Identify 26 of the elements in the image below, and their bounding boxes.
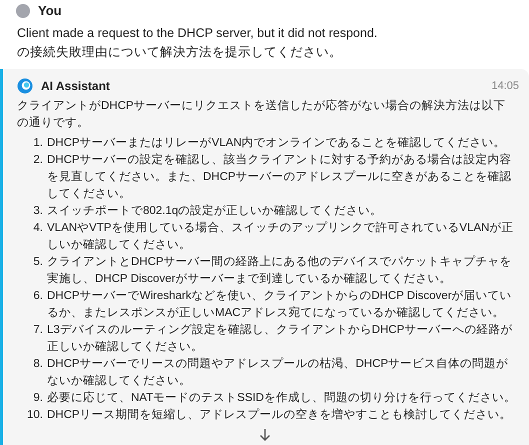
- step-number: 7.: [32, 323, 44, 338]
- step-text: DHCPサーバーでリースの問題やアドレスプールの枯渇、DHCPサービス自体の問題がないか確認してください。: [47, 356, 510, 389]
- step-number: 3.: [32, 204, 44, 219]
- step-text: 必要に応じて、NATモードのテストSSIDを作成し、問題の切り分けを行ってください。: [47, 390, 517, 406]
- message-text: Client made a request to the DHCP server, but it did not respond.: [16, 25, 378, 42]
- step-text: DHCPリース期間を短縮し、アドレスプールの空きを増やすことも検討してください。: [47, 407, 513, 423]
- step-number: 5.: [32, 255, 44, 270]
- step-number: 4.: [32, 221, 44, 236]
- step-number: 8.: [32, 357, 44, 372]
- step-number: 1.: [32, 136, 44, 151]
- step-text: L3デバイスのルーティング設定を確認し、クライアントからDHCPサーバーへの経路が正しいか確認してください。: [47, 322, 514, 355]
- timestamp: 14:05: [491, 78, 519, 94]
- step-text: DHCPサーバーでWiresharkなどを使い、クライアントからのDHCP Discoverが届いているか、またレスポンスが正しいMACアドレス宛てになっているか確認してください。: [47, 288, 513, 321]
- step-number: 6.: [32, 289, 44, 304]
- step-number: 10.: [26, 408, 44, 423]
- step-text: DHCPサーバーまたはリレーがVLAN内でオンラインであることを確認してください。: [47, 136, 507, 151]
- step-text: クライアントとDHCPサーバー間の経路上にある他のデバイスでパケットキャプチャを実施し、DHCP Discoverがサーバーまで到達しているか確認してください。: [47, 254, 513, 287]
- step-number: 2.: [32, 153, 44, 168]
- step-text: スイッチポートで802.1qの設定が正しいか確認してください。: [47, 204, 384, 219]
- message-text: の接続失敗理由について解決方法を提示してください。: [16, 44, 343, 61]
- assistant-name: AI Assistant: [41, 78, 110, 95]
- step-number: 9.: [32, 391, 44, 406]
- user-name: You: [38, 2, 62, 20]
- answer-intro: クライアントがDHCPサーバーにリクエストを送信したが応答がない場合の解決方法は以下の通りです。: [17, 98, 507, 131]
- step-text: DHCPサーバーの設定を確認し、該当クライアントに対する予約がある場合は設定内容を見直してください。また、DHCPサーバーのアドレスプールに空きがあることを確認してください。: [47, 152, 513, 202]
- step-text: VLANやVTPを使用している場合、スイッチのアップリンクで許可されているVLANが正しいか確認してください。: [47, 220, 514, 253]
